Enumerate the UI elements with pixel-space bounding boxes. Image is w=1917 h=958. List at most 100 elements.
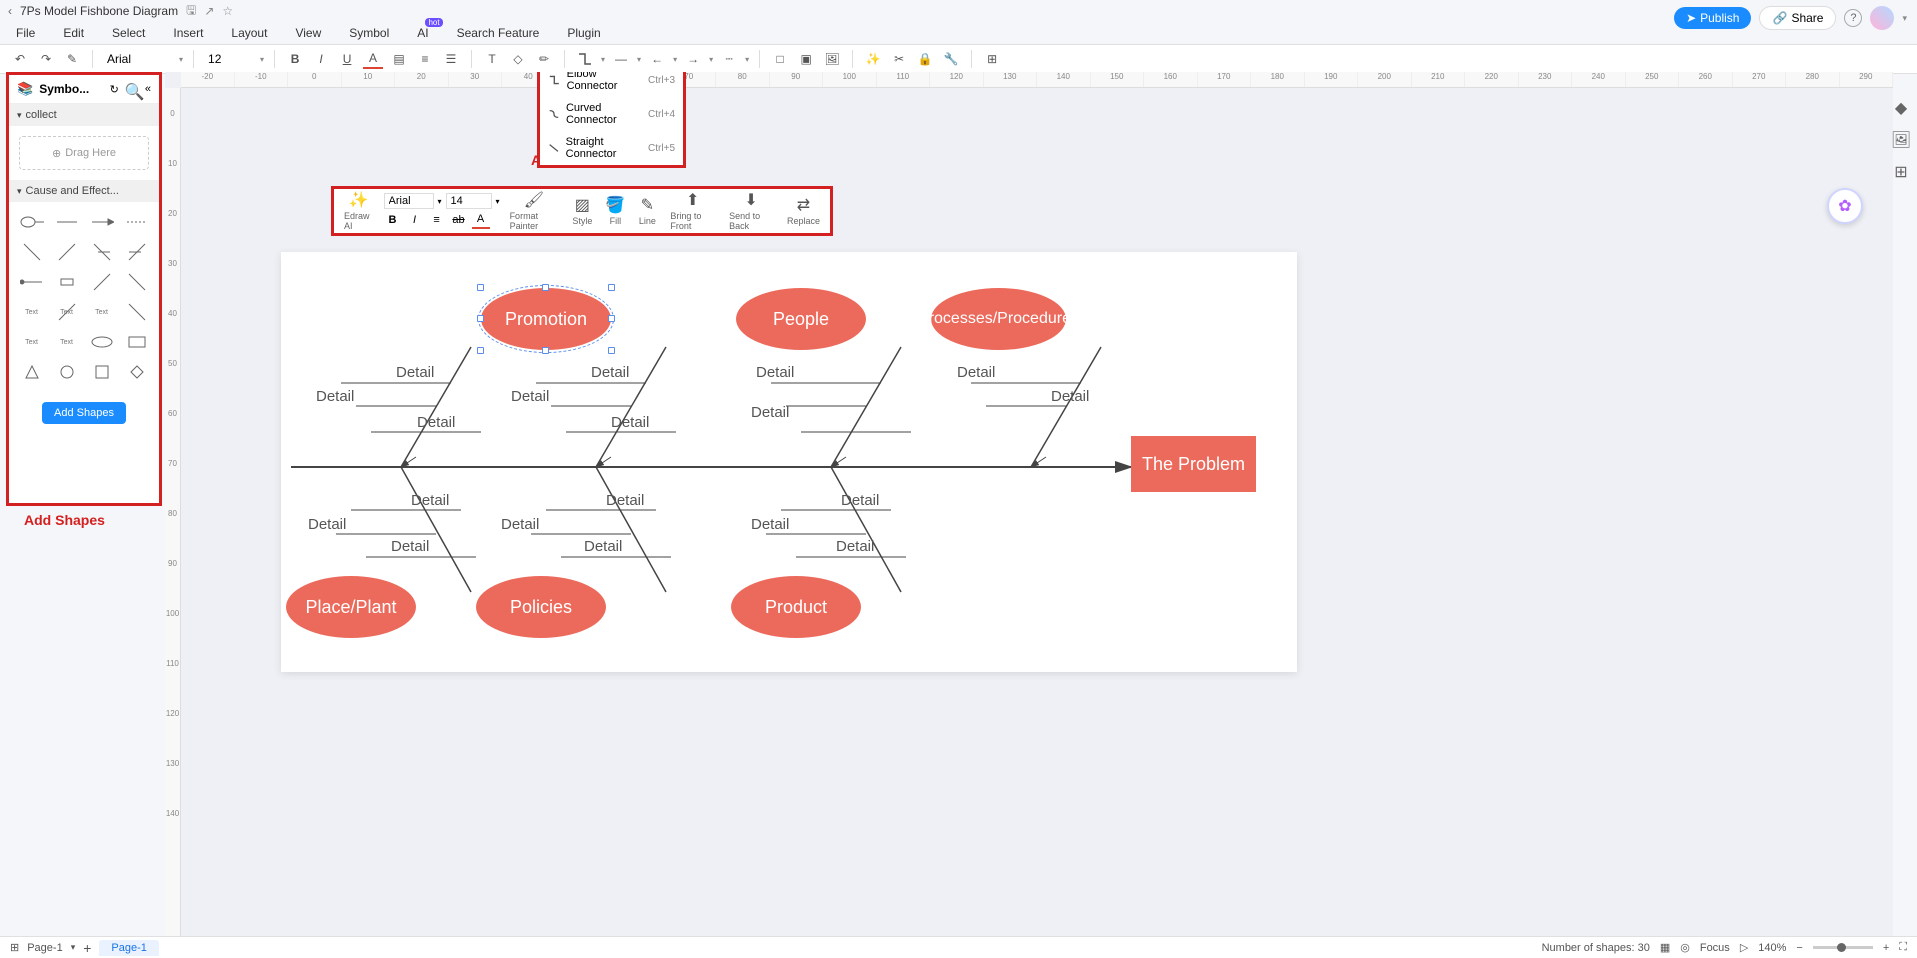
refresh-icon[interactable]: ↻ (110, 83, 119, 96)
arrow-end-button[interactable]: → (683, 49, 703, 69)
shape-item[interactable] (52, 360, 81, 384)
zoom-out-button[interactable]: − (1796, 942, 1802, 954)
canvas-inner[interactable]: Elbow Connector Ctrl+3 Curved Connector … (181, 88, 1893, 938)
shape-item[interactable] (122, 210, 151, 234)
ft-fill[interactable]: 🪣 Fill (602, 196, 628, 226)
page-selector[interactable]: Page-1 (27, 942, 62, 954)
export-icon[interactable]: 🖼 (1891, 130, 1911, 150)
shape-item[interactable] (122, 270, 151, 294)
crop-icon[interactable]: ✂ (889, 49, 909, 69)
ft-font-dropdown-icon[interactable]: ▾ (438, 197, 442, 206)
ft-font-color[interactable]: A (472, 211, 490, 229)
share-button[interactable]: 🔗Share (1759, 6, 1836, 30)
connector-option-curved[interactable]: Curved Connector Ctrl+4 (540, 97, 683, 131)
shape-item[interactable] (122, 240, 151, 264)
wrench-icon[interactable]: 🔧 (941, 49, 961, 69)
bold-button[interactable]: B (285, 49, 305, 69)
shape-item[interactable] (122, 300, 151, 324)
add-shapes-button[interactable]: Add Shapes (42, 402, 126, 424)
shape-item[interactable] (17, 270, 46, 294)
font-dropdown-icon[interactable]: ▾ (179, 55, 183, 64)
ft-font-size[interactable] (446, 193, 492, 209)
menu-plugin[interactable]: Plugin (567, 26, 600, 40)
tool-2[interactable]: ▣ (796, 49, 816, 69)
pages-icon[interactable]: ⊞ (10, 941, 19, 954)
section-collect[interactable]: collect (9, 104, 159, 126)
menu-ai[interactable]: AIhot (417, 26, 428, 40)
sel-handle[interactable] (608, 315, 615, 322)
sel-handle[interactable] (477, 347, 484, 354)
user-avatar[interactable] (1870, 6, 1894, 30)
font-family-select[interactable] (103, 50, 173, 68)
ft-font-family[interactable] (384, 193, 434, 209)
ft-italic[interactable]: I (406, 211, 424, 229)
sel-handle[interactable] (542, 284, 549, 291)
shape-item[interactable] (87, 360, 116, 384)
sparkle-icon[interactable]: ✨ (863, 49, 883, 69)
shape-item[interactable]: Text (17, 300, 46, 324)
shape-item[interactable] (17, 210, 46, 234)
line-style-button[interactable]: — (611, 49, 631, 69)
cause-policies[interactable]: Policies (476, 576, 606, 638)
align-button[interactable]: ≡ (415, 49, 435, 69)
focus-label[interactable]: Focus (1700, 942, 1730, 954)
fontsize-dropdown-icon[interactable]: ▾ (260, 55, 264, 64)
ft-send-to-back[interactable]: ⬇ Send to Back (725, 191, 777, 231)
line-pattern-button[interactable]: ┄ (719, 49, 739, 69)
shape-item[interactable]: Text (17, 330, 46, 354)
sel-handle[interactable] (477, 284, 484, 291)
undo-button[interactable]: ↶ (10, 49, 30, 69)
ft-align[interactable]: ≡ (428, 211, 446, 229)
add-page-button[interactable]: + (83, 940, 91, 956)
shape-item[interactable] (87, 270, 116, 294)
lock-icon[interactable]: 🔒 (915, 49, 935, 69)
page-tab[interactable]: Page-1 (99, 940, 158, 956)
shape-item[interactable] (87, 330, 116, 354)
menu-select[interactable]: Select (112, 26, 145, 40)
ft-style[interactable]: ▨ Style (568, 196, 596, 226)
shape-item[interactable]: Text (52, 330, 81, 354)
table-icon[interactable]: ⊞ (982, 49, 1002, 69)
text-tool[interactable]: T (482, 49, 502, 69)
shape-item[interactable] (17, 240, 46, 264)
brush-icon[interactable]: ✎ (62, 49, 82, 69)
cause-processes[interactable]: Processes/Procedures (931, 288, 1066, 350)
ft-format-painter[interactable]: 🖌 Format Painter (506, 191, 563, 231)
save-icon[interactable]: 🖫 (186, 1, 196, 22)
connector-dropdown-icon[interactable]: ▾ (601, 55, 605, 64)
shape-item[interactable] (87, 240, 116, 264)
sel-handle[interactable] (608, 347, 615, 354)
linepattern-dropdown-icon[interactable]: ▾ (745, 55, 749, 64)
help-icon[interactable]: ? (1844, 9, 1862, 27)
diagram-page[interactable]: Promotion People Processes/Procedures Pl… (281, 252, 1297, 672)
ft-edraw-ai[interactable]: ✨ Edraw AI (340, 191, 378, 231)
zoom-in-button[interactable]: + (1883, 942, 1889, 954)
connector-option-elbow[interactable]: Elbow Connector Ctrl+3 (540, 72, 683, 97)
shape-item[interactable] (122, 330, 151, 354)
menu-symbol[interactable]: Symbol (349, 26, 389, 40)
star-icon[interactable]: ☆ (222, 4, 233, 18)
shape-item[interactable]: Text (52, 300, 81, 324)
cause-product[interactable]: Product (731, 576, 861, 638)
tool-1[interactable]: □ (770, 49, 790, 69)
underline-button[interactable]: U (337, 49, 357, 69)
ft-strike[interactable]: ab (450, 211, 468, 229)
sel-handle[interactable] (608, 284, 615, 291)
arrowstart-dropdown-icon[interactable]: ▾ (673, 55, 677, 64)
image-tool[interactable]: 🖼 (822, 49, 842, 69)
menu-layout[interactable]: Layout (231, 26, 267, 40)
avatar-dropdown[interactable]: ▾ (1902, 13, 1907, 24)
ai-assistant-bubble[interactable]: ✿ (1827, 188, 1863, 224)
menu-search-feature[interactable]: Search Feature (457, 26, 540, 40)
pen-tool[interactable]: ✏ (534, 49, 554, 69)
shape-tool[interactable]: ◇ (508, 49, 528, 69)
page-dropdown-icon[interactable]: ▾ (71, 942, 76, 953)
focus-target-icon[interactable]: ◎ (1680, 941, 1690, 954)
shape-item[interactable] (52, 240, 81, 264)
play-icon[interactable]: ▷ (1740, 941, 1748, 954)
linestyle-dropdown-icon[interactable]: ▾ (637, 55, 641, 64)
arrow-start-button[interactable]: ← (647, 49, 667, 69)
arrowend-dropdown-icon[interactable]: ▾ (709, 55, 713, 64)
fullscreen-icon[interactable]: ⛶ (1899, 941, 1907, 954)
shape-item[interactable] (52, 210, 81, 234)
